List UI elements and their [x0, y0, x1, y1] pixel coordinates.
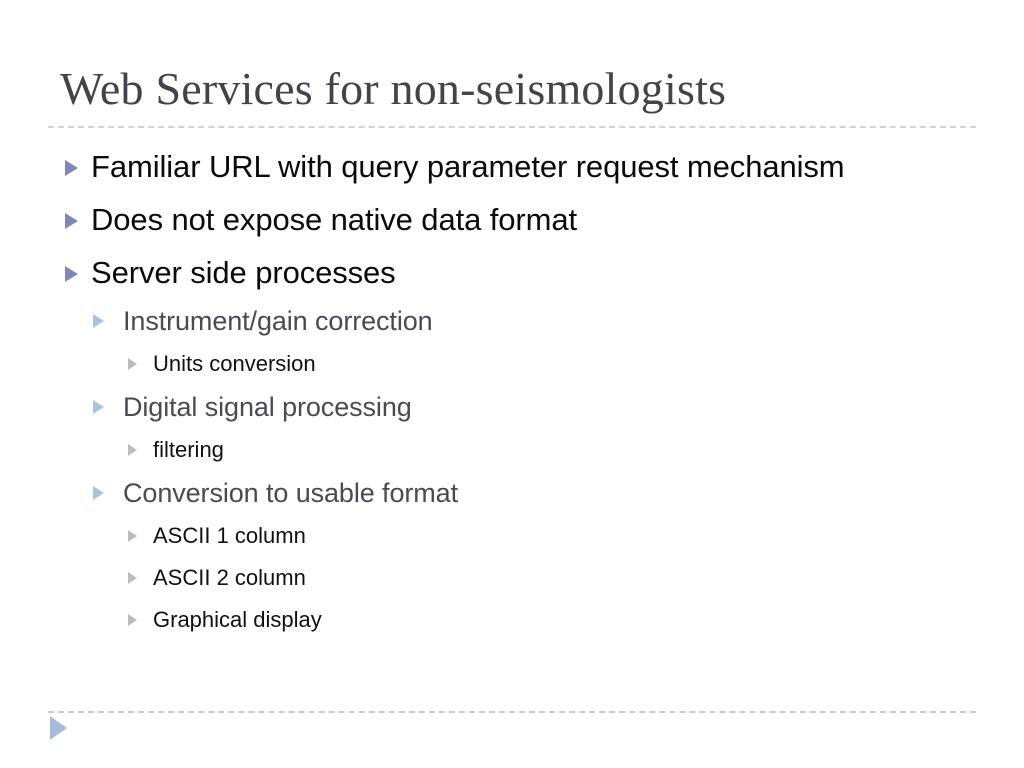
list-item-label: ASCII 1 column [153, 523, 306, 548]
list-item-label: Familiar URL with query parameter reques… [91, 149, 845, 184]
triangle-right-icon [128, 358, 137, 370]
list-item-label: Does not expose native data format [91, 202, 578, 237]
footer-divider [48, 711, 976, 713]
list-item: Server side processes [0, 246, 1024, 299]
triangle-right-icon [93, 314, 104, 328]
list-item: Graphical display [0, 599, 1024, 641]
triangle-right-icon [65, 160, 78, 176]
list-item-label: filtering [153, 437, 224, 462]
list-item: Units conversion [0, 343, 1024, 385]
triangle-right-icon [93, 486, 104, 500]
list-item-label: Server side processes [91, 255, 396, 290]
triangle-right-icon [65, 213, 78, 229]
slide-body-list: Familiar URL with query parameter reques… [0, 140, 1024, 641]
list-item: Does not expose native data format [0, 193, 1024, 246]
triangle-right-icon [93, 400, 104, 414]
slide-title-area: Web Services for non-seismologists [60, 60, 980, 122]
list-item: Digital signal processing [0, 385, 1024, 429]
list-item-label: ASCII 2 column [153, 565, 306, 590]
triangle-right-icon [128, 530, 137, 542]
list-item: Familiar URL with query parameter reques… [0, 140, 1024, 193]
triangle-right-icon [128, 572, 137, 584]
triangle-right-icon [128, 614, 137, 626]
list-item: ASCII 1 column [0, 515, 1024, 557]
page-title: Web Services for non-seismologists [60, 63, 727, 114]
list-item: ASCII 2 column [0, 557, 1024, 599]
triangle-right-icon [128, 444, 137, 456]
list-item: Conversion to usable format [0, 471, 1024, 515]
triangle-right-icon [50, 716, 67, 740]
list-item-label: Units conversion [153, 351, 316, 376]
title-divider [48, 126, 976, 128]
list-item-label: Instrument/gain correction [123, 306, 433, 336]
list-item-label: Conversion to usable format [123, 478, 458, 508]
triangle-right-icon [65, 266, 78, 282]
slide-canvas: Web Services for non-seismologists Famil… [0, 0, 1024, 768]
list-item: filtering [0, 429, 1024, 471]
list-item-label: Digital signal processing [123, 392, 412, 422]
list-item: Instrument/gain correction [0, 299, 1024, 343]
list-item-label: Graphical display [153, 607, 322, 632]
